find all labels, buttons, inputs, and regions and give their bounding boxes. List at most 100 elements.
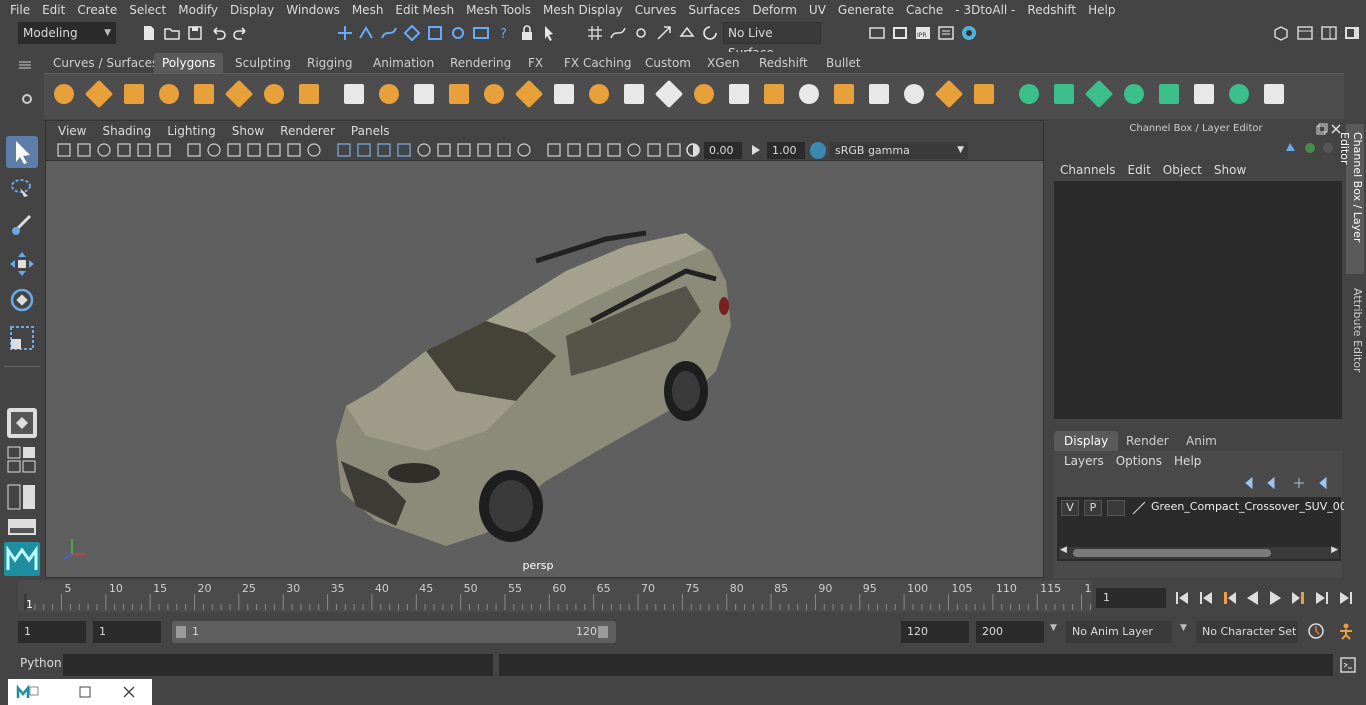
plane-icon[interactable] (194, 84, 214, 104)
auto-key-icon[interactable] (1307, 622, 1325, 640)
uv-editor-icon[interactable] (795, 80, 823, 108)
boolean-icon[interactable] (515, 80, 543, 108)
menu-3dtoall[interactable]: - 3DtoAll - (949, 3, 1021, 17)
cylinder-icon[interactable] (124, 84, 144, 104)
bookmark-icon[interactable] (97, 143, 111, 157)
current-frame-field[interactable]: 1 (1096, 588, 1166, 608)
merge-icon[interactable] (655, 80, 683, 108)
use-all-lights-icon[interactable] (417, 143, 431, 157)
rotate-tool-button[interactable] (6, 284, 38, 316)
workspace-icon[interactable] (1272, 24, 1290, 42)
planar-map-icon[interactable] (904, 84, 924, 104)
script-editor-icon[interactable] (1339, 656, 1357, 674)
maximize-icon[interactable] (78, 685, 92, 699)
pipe-icon[interactable] (299, 84, 319, 104)
range-end-grip[interactable] (598, 626, 608, 638)
render-view-icon[interactable] (868, 24, 886, 42)
project-map-icon[interactable] (974, 84, 994, 104)
new-scene-icon[interactable] (140, 24, 158, 42)
menu-select[interactable]: Select (123, 3, 172, 17)
outliner-layout-icon[interactable] (7, 484, 37, 510)
chevron-down-icon[interactable]: ▼ (1050, 623, 1057, 633)
hypershade-icon[interactable] (960, 24, 978, 42)
select-uv-icon[interactable] (1124, 84, 1144, 104)
tab-curves-surfaces[interactable]: Curves / Surfaces (45, 53, 166, 73)
scrollbar-thumb[interactable] (1073, 549, 1271, 557)
menu-help[interactable]: Help (1082, 3, 1121, 17)
depth-of-field-icon[interactable] (517, 143, 531, 157)
safe-action-icon[interactable] (287, 143, 301, 157)
smooth-icon[interactable] (414, 84, 434, 104)
paint-select-tool-button[interactable] (6, 210, 38, 242)
exposure-icon[interactable] (686, 143, 700, 157)
layer-row[interactable]: V P Green_Compact_Crossover_SUV_001_ (1059, 499, 1359, 517)
menu-layer-help[interactable]: Help (1168, 454, 1207, 468)
live-surface-field[interactable]: No Live Surface (723, 22, 821, 60)
side-tab-channel-box[interactable]: Channel Box / Layer Editor (1338, 124, 1364, 274)
combine-icon[interactable] (344, 84, 364, 104)
snap-projected-icon[interactable] (655, 24, 673, 42)
layer-type-toggle[interactable] (1107, 500, 1125, 516)
cone-icon[interactable] (159, 84, 179, 104)
gamma-icon[interactable] (749, 143, 763, 157)
camera-sync-icon[interactable] (647, 143, 661, 157)
film-gate-icon[interactable] (207, 143, 221, 157)
viewport-menu-lighting[interactable]: Lighting (159, 124, 224, 138)
tab-bullet[interactable]: Bullet (818, 53, 869, 73)
menu-generate[interactable]: Generate (832, 3, 900, 17)
xray-joints-icon[interactable] (587, 143, 601, 157)
menu-file[interactable]: File (4, 3, 36, 17)
snap-view-plane-icon[interactable] (426, 24, 444, 42)
snap-surface-icon[interactable] (678, 24, 696, 42)
menu-display[interactable]: Display (224, 3, 280, 17)
viewport-menu-view[interactable]: View (50, 124, 94, 138)
xray-icon[interactable] (567, 143, 581, 157)
tab-render[interactable]: Render (1116, 431, 1179, 451)
menu-mesh[interactable]: Mesh (346, 3, 390, 17)
time-slider[interactable]: 5 10 15 20 25 30 35 40 45 50 55 60 65 70 75 80 85 90 95 100… (18, 580, 1092, 612)
smooth-shade-icon[interactable] (357, 143, 371, 157)
menu-cache[interactable]: Cache (900, 3, 949, 17)
command-input[interactable] (63, 654, 493, 676)
step-forward-icon[interactable] (1316, 592, 1328, 604)
single-perspective-layout-button[interactable] (7, 408, 37, 438)
shell-uv-icon[interactable] (1159, 84, 1179, 104)
menu-edit[interactable]: Edit (1122, 163, 1157, 177)
playback-end-field[interactable]: 120 (901, 621, 969, 643)
select-tool-button[interactable] (6, 136, 38, 168)
color-management-icon[interactable] (810, 142, 826, 159)
help-icon[interactable]: ? (495, 24, 513, 42)
safe-title-icon[interactable] (307, 143, 321, 157)
close-icon[interactable] (122, 685, 136, 699)
range-start-grip[interactable] (176, 626, 186, 638)
menu-curves[interactable]: Curves (629, 3, 683, 17)
layer-action-icons[interactable] (1244, 475, 1338, 491)
animation-end-field[interactable]: 200 (976, 621, 1044, 643)
move-tool-button[interactable] (6, 248, 38, 280)
image-plane-icon[interactable] (117, 143, 131, 157)
layer-scrollbar[interactable]: ◀ ▶ (1059, 545, 1339, 559)
layer-name[interactable]: Green_Compact_Crossover_SUV_001_ (1151, 500, 1359, 513)
menu-channels[interactable]: Channels (1054, 163, 1122, 177)
color-space-dropdown[interactable]: sRGB gamma ▼ (830, 142, 968, 159)
mode-dropdown[interactable]: Modeling ▼ (18, 22, 116, 44)
resolution-gate-icon[interactable] (227, 143, 241, 157)
play-forwards-icon[interactable] (1270, 591, 1281, 605)
cut-uv-icon[interactable] (1019, 84, 1039, 104)
menu-object[interactable]: Object (1157, 163, 1208, 177)
snap-curve-icon[interactable] (380, 24, 398, 42)
render-frame-icon[interactable] (891, 24, 909, 42)
tab-animation[interactable]: Animation (365, 53, 442, 73)
menu-modify[interactable]: Modify (172, 3, 224, 17)
tab-xgen[interactable]: XGen (699, 53, 748, 73)
snap-live-icon[interactable] (449, 24, 467, 42)
go-to-end-icon[interactable] (1340, 592, 1352, 604)
scale-tool-button[interactable] (6, 322, 38, 354)
channel-box-mode-icons[interactable] (1286, 140, 1336, 156)
field-chart-icon[interactable] (267, 143, 281, 157)
extrude-icon[interactable] (624, 84, 644, 104)
menu-redshift[interactable]: Redshift (1021, 3, 1082, 17)
layout-icon[interactable] (869, 84, 889, 104)
suv-model[interactable] (336, 230, 731, 546)
go-to-start-icon[interactable] (1176, 592, 1188, 604)
